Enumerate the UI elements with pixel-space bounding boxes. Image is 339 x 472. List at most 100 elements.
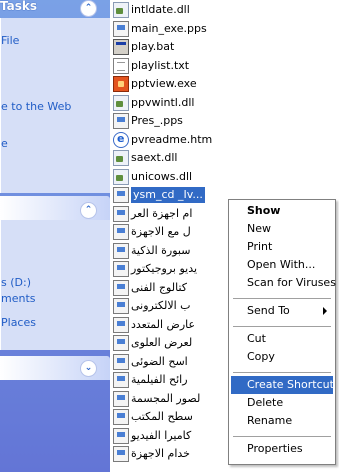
task-pane-title: Tasks bbox=[0, 0, 38, 13]
menu-item-print[interactable]: Print bbox=[231, 238, 333, 256]
pps-file-icon bbox=[113, 335, 129, 351]
pps-file-icon bbox=[113, 372, 129, 388]
file-name: ل مع الاجهزة bbox=[131, 225, 191, 238]
file-name: يديو بروجيكتور bbox=[131, 262, 198, 275]
file-item[interactable]: pvreadme.htm bbox=[113, 131, 213, 148]
menu-item-create-shortcut[interactable]: Create Shortcut bbox=[231, 376, 334, 394]
exe-file-icon bbox=[113, 76, 129, 92]
file-name: كاميرا الفيديو bbox=[131, 428, 192, 442]
task-pane-header-3[interactable]: ⌄ bbox=[0, 356, 110, 380]
place-link-drive[interactable]: s (D:) bbox=[1, 276, 31, 289]
menu-separator bbox=[233, 436, 331, 437]
file-item[interactable]: ل مع الاجهزة bbox=[113, 224, 191, 240]
file-name: لصور المجسمة bbox=[131, 391, 201, 405]
menu-item-open-with[interactable]: Open With... bbox=[231, 256, 333, 274]
file-name: pptview.exe bbox=[131, 77, 197, 90]
pps-file-icon bbox=[113, 298, 129, 314]
file-item[interactable]: يديو بروجيكتور bbox=[113, 261, 197, 277]
file-name: رائح الفيلمية bbox=[131, 373, 188, 386]
file-item[interactable]: play.bat bbox=[113, 39, 174, 55]
file-name: pvreadme.htm bbox=[131, 132, 213, 146]
pps-file-icon bbox=[113, 409, 129, 425]
file-item[interactable]: pptview.exe bbox=[113, 76, 197, 92]
menu-separator bbox=[233, 326, 331, 327]
htm-file-icon bbox=[113, 131, 129, 148]
file-item[interactable]: كاميرا الفيديو bbox=[113, 427, 192, 444]
file-item[interactable]: عارض المتعدد bbox=[113, 316, 196, 333]
submenu-arrow-icon bbox=[323, 307, 327, 315]
menu-item-cut[interactable]: Cut bbox=[231, 330, 333, 348]
file-item[interactable]: ام اجهزة العر bbox=[113, 205, 193, 222]
menu-item-scan-for-viruses[interactable]: Scan for Viruses bbox=[231, 274, 336, 292]
file-item-selected[interactable]: ysm_cd _Iv... bbox=[113, 187, 205, 203]
pps-file-icon bbox=[113, 261, 129, 277]
pps-file-icon bbox=[113, 390, 129, 407]
file-name: عارض المتعدد bbox=[131, 317, 196, 331]
file-item[interactable]: كتالوج الفنى bbox=[113, 279, 187, 296]
file-name: unicows.dll bbox=[131, 169, 193, 183]
expand-chevron-icon[interactable]: ⌄ bbox=[80, 360, 97, 377]
menu-item-delete[interactable]: Delete bbox=[231, 394, 333, 412]
file-item[interactable]: playlist.txt bbox=[113, 57, 189, 74]
file-name: ppvwintl.dll bbox=[131, 95, 195, 109]
file-item[interactable]: لصور المجسمة bbox=[113, 390, 201, 407]
file-item[interactable]: ب الالكترونى bbox=[113, 298, 191, 314]
task-link-e[interactable]: e bbox=[1, 137, 8, 150]
file-item[interactable]: سطح المكتب bbox=[113, 409, 193, 425]
bat-file-icon bbox=[113, 39, 129, 55]
file-name: ام اجهزة العر bbox=[131, 206, 193, 220]
file-item[interactable]: لعرض العلوى bbox=[113, 335, 192, 351]
pps-file-icon bbox=[113, 205, 129, 222]
place-link-documents[interactable]: ments bbox=[1, 292, 36, 305]
file-item[interactable]: سبورة الذكية bbox=[113, 242, 191, 259]
file-name: ب الالكترونى bbox=[131, 299, 191, 312]
file-name: intldate.dll bbox=[131, 3, 190, 16]
context-menu: Show New Print Open With... Scan for Vir… bbox=[228, 199, 336, 465]
pps-file-icon bbox=[113, 353, 129, 370]
menu-item-copy[interactable]: Copy bbox=[231, 348, 333, 366]
task-link-file[interactable]: File bbox=[1, 34, 19, 47]
file-item[interactable]: main_exe.pps bbox=[113, 20, 207, 37]
task-pane-header[interactable]: Tasks ⌃ bbox=[0, 0, 110, 18]
menu-item-properties[interactable]: Properties bbox=[231, 440, 333, 458]
menu-item-show[interactable]: Show bbox=[231, 202, 333, 220]
task-link-web[interactable]: e to the Web bbox=[1, 100, 71, 113]
pps-file-icon bbox=[113, 20, 129, 37]
pps-file-icon bbox=[113, 427, 129, 444]
file-name: ysm_cd _Iv... bbox=[131, 187, 205, 203]
collapse-chevron-icon[interactable]: ⌃ bbox=[80, 202, 97, 219]
file-item[interactable]: اسح الضوئى bbox=[113, 353, 188, 370]
text-file-icon bbox=[113, 57, 129, 74]
task-pane-section-2: s (D:) ments Places bbox=[0, 220, 110, 350]
file-item[interactable]: ppvwintl.dll bbox=[113, 94, 195, 111]
task-pane-header-2[interactable]: ⌃ bbox=[0, 196, 110, 220]
menu-item-send-to[interactable]: Send To bbox=[231, 302, 333, 320]
file-name: لعرض العلوى bbox=[131, 336, 193, 349]
collapse-chevron-icon[interactable]: ⌃ bbox=[80, 0, 97, 17]
pps-file-icon bbox=[113, 446, 129, 462]
file-item[interactable]: رائح الفيلمية bbox=[113, 372, 188, 388]
file-item[interactable]: خدام الاجهزة bbox=[113, 446, 190, 462]
menu-separator bbox=[233, 372, 331, 373]
file-name: main_exe.pps bbox=[131, 21, 207, 35]
pps-file-icon bbox=[113, 224, 129, 240]
file-name: saext.dll bbox=[131, 151, 178, 164]
dll-file-icon bbox=[113, 94, 129, 111]
pps-file-icon bbox=[113, 316, 129, 333]
place-link-places[interactable]: Places bbox=[1, 316, 36, 329]
file-item[interactable]: saext.dll bbox=[113, 150, 177, 166]
file-name: Pres_.pps bbox=[131, 114, 183, 127]
file-item[interactable]: intldate.dll bbox=[113, 2, 190, 18]
file-name: اسح الضوئى bbox=[131, 354, 188, 368]
file-name: سبورة الذكية bbox=[131, 243, 191, 257]
pps-file-icon bbox=[113, 187, 129, 203]
file-item[interactable]: Pres_.pps bbox=[113, 113, 183, 129]
file-item[interactable]: unicows.dll bbox=[113, 168, 193, 185]
file-name: خدام الاجهزة bbox=[131, 447, 190, 460]
file-name: play.bat bbox=[131, 40, 175, 53]
menu-item-new[interactable]: New bbox=[231, 220, 333, 238]
task-pane-section-1: File e to the Web e bbox=[0, 18, 110, 193]
pps-file-icon bbox=[113, 279, 129, 296]
menu-item-rename[interactable]: Rename bbox=[231, 412, 333, 430]
dll-file-icon bbox=[113, 168, 129, 185]
